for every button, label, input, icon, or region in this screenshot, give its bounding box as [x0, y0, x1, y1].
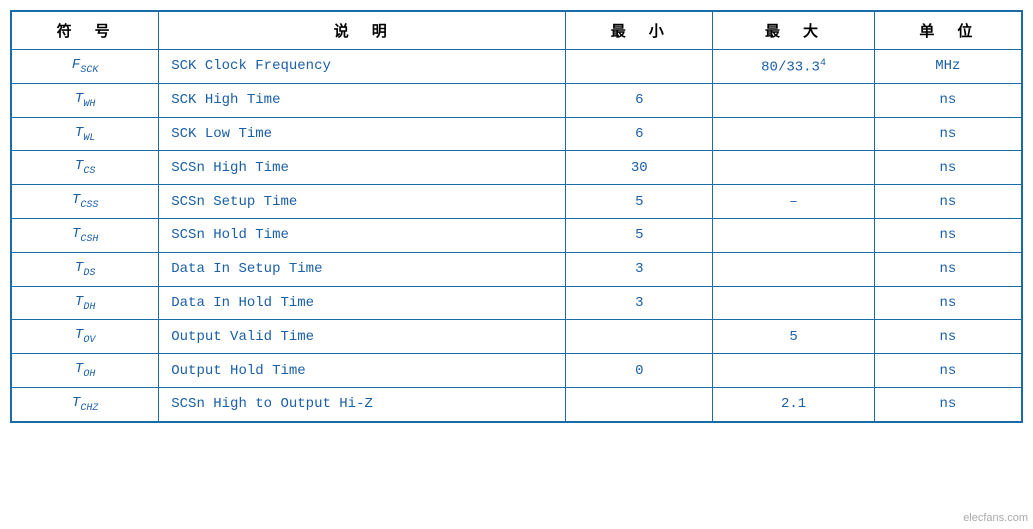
- symbol-main: TWL: [75, 125, 95, 141]
- watermark: elecfans.com: [963, 512, 1028, 524]
- cell-unit: ns: [874, 387, 1021, 421]
- cell-max: 5: [713, 320, 874, 354]
- cell-min: 6: [566, 83, 713, 117]
- cell-min: 0: [566, 354, 713, 388]
- symbol-sub: WL: [83, 132, 95, 143]
- cell-min: 30: [566, 151, 713, 185]
- table-row: TCHZ SCSn High to Output Hi-Z 2.1ns: [12, 387, 1022, 421]
- symbol-sub: WH: [83, 99, 95, 110]
- cell-min: 5: [566, 185, 713, 219]
- cell-symbol: TWH: [12, 83, 159, 117]
- cell-description: Data In Hold Time: [159, 286, 566, 320]
- cell-unit: ns: [874, 354, 1021, 388]
- header-min: 最 小: [566, 12, 713, 50]
- cell-symbol: TCSH: [12, 218, 159, 252]
- table-row: TCSS SCSn Setup Time5–ns: [12, 185, 1022, 219]
- cell-description: SCSn High to Output Hi-Z: [159, 387, 566, 421]
- symbol-main: TCSS: [72, 192, 98, 208]
- cell-min: [566, 50, 713, 84]
- cell-min: 3: [566, 286, 713, 320]
- cell-max: [713, 151, 874, 185]
- table-row: TOV Output Valid Time 5ns: [12, 320, 1022, 354]
- cell-symbol: TCS: [12, 151, 159, 185]
- cell-max: –: [713, 185, 874, 219]
- symbol-sub: SCK: [80, 65, 98, 76]
- symbol-main: TCHZ: [72, 395, 98, 411]
- table-header-row: 符 号 说 明 最 小 最 大 单 位: [12, 12, 1022, 50]
- cell-min: [566, 387, 713, 421]
- cell-max: [713, 252, 874, 286]
- cell-min: 5: [566, 218, 713, 252]
- symbol-sub: CSS: [80, 200, 98, 211]
- cell-unit: ns: [874, 151, 1021, 185]
- cell-unit: ns: [874, 218, 1021, 252]
- symbol-sub: CS: [83, 166, 95, 177]
- symbol-sub: CHZ: [80, 403, 98, 414]
- symbol-main: FSCK: [72, 57, 98, 73]
- cell-min: 6: [566, 117, 713, 151]
- cell-max: [713, 83, 874, 117]
- symbol-main: TOV: [75, 327, 95, 343]
- symbol-main: TDH: [75, 294, 95, 310]
- cell-max: [713, 117, 874, 151]
- cell-symbol: FSCK: [12, 50, 159, 84]
- cell-unit: ns: [874, 252, 1021, 286]
- cell-symbol: TOV: [12, 320, 159, 354]
- table-row: TWL SCK Low Time6 ns: [12, 117, 1022, 151]
- cell-description: Data In Setup Time: [159, 252, 566, 286]
- cell-description: SCSn Setup Time: [159, 185, 566, 219]
- cell-min: [566, 320, 713, 354]
- cell-description: SCK Clock Frequency: [159, 50, 566, 84]
- symbol-main: TCSH: [72, 226, 98, 242]
- cell-unit: ns: [874, 286, 1021, 320]
- symbol-main: TWH: [75, 91, 95, 107]
- header-symbol: 符 号: [12, 12, 159, 50]
- symbol-sub: OH: [83, 369, 95, 380]
- cell-unit: ns: [874, 320, 1021, 354]
- cell-unit: ns: [874, 185, 1021, 219]
- timing-table-wrapper: 符 号 说 明 最 小 最 大 单 位 FSCK SCK Clock Freque…: [10, 10, 1023, 423]
- cell-symbol: TDS: [12, 252, 159, 286]
- symbol-main: TDS: [75, 260, 95, 276]
- table-row: FSCK SCK Clock Frequency 80/33.34MHz: [12, 50, 1022, 84]
- cell-description: Output Valid Time: [159, 320, 566, 354]
- cell-description: SCSn High Time: [159, 151, 566, 185]
- symbol-sub: DH: [83, 301, 95, 312]
- cell-max: [713, 354, 874, 388]
- symbol-main: TOH: [75, 361, 95, 377]
- header-max: 最 大: [713, 12, 874, 50]
- cell-symbol: TDH: [12, 286, 159, 320]
- header-description: 说 明: [159, 12, 566, 50]
- symbol-sub: CSH: [80, 234, 98, 245]
- cell-max: [713, 218, 874, 252]
- cell-unit: MHz: [874, 50, 1021, 84]
- cell-description: Output Hold Time: [159, 354, 566, 388]
- cell-symbol: TOH: [12, 354, 159, 388]
- table-row: TDS Data In Setup Time3 ns: [12, 252, 1022, 286]
- table-row: TWH SCK High Time6 ns: [12, 83, 1022, 117]
- cell-description: SCK Low Time: [159, 117, 566, 151]
- symbol-sub: DS: [83, 268, 95, 279]
- cell-symbol: TWL: [12, 117, 159, 151]
- cell-description: SCK High Time: [159, 83, 566, 117]
- cell-symbol: TCSS: [12, 185, 159, 219]
- cell-max: [713, 286, 874, 320]
- max-superscript: 4: [820, 58, 826, 69]
- cell-description: SCSn Hold Time: [159, 218, 566, 252]
- table-row: TCS SCSn High Time30 ns: [12, 151, 1022, 185]
- table-row: TDH Data In Hold Time3 ns: [12, 286, 1022, 320]
- cell-unit: ns: [874, 117, 1021, 151]
- header-unit: 单 位: [874, 12, 1021, 50]
- cell-max: 2.1: [713, 387, 874, 421]
- cell-max: 80/33.34: [713, 50, 874, 84]
- cell-min: 3: [566, 252, 713, 286]
- cell-symbol: TCHZ: [12, 387, 159, 421]
- timing-table: 符 号 说 明 最 小 最 大 单 位 FSCK SCK Clock Freque…: [11, 11, 1022, 422]
- symbol-sub: OV: [83, 335, 95, 346]
- table-row: TCSH SCSn Hold Time5 ns: [12, 218, 1022, 252]
- symbol-main: TCS: [75, 158, 95, 174]
- cell-unit: ns: [874, 83, 1021, 117]
- table-row: TOH Output Hold Time0 ns: [12, 354, 1022, 388]
